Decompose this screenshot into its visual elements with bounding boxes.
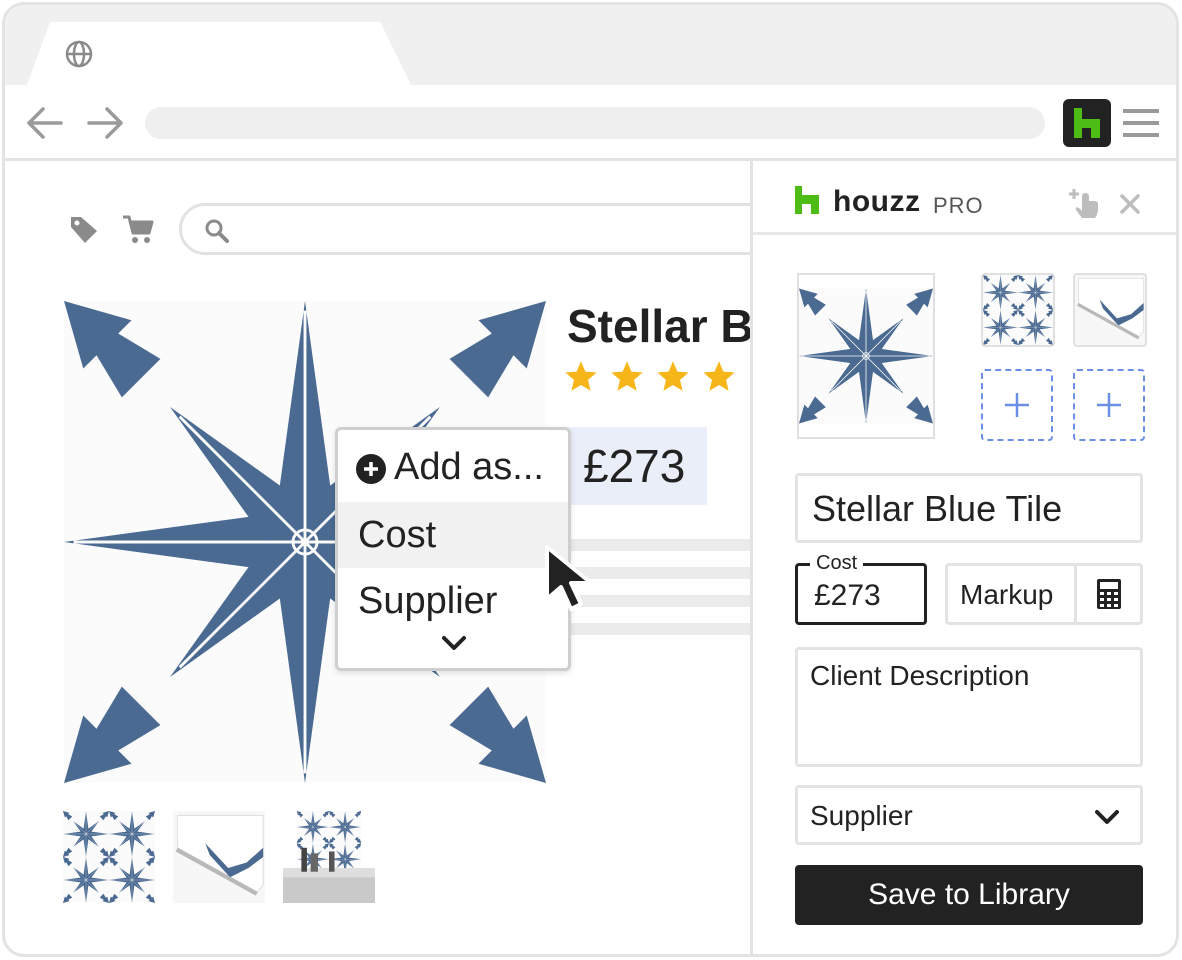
houzz-logo-icon[interactable] <box>1063 99 1111 147</box>
markup-field[interactable]: Markup <box>945 563 1143 625</box>
search-icon <box>205 219 229 243</box>
product-name-field[interactable]: Stellar Blue Tile <box>795 473 1143 543</box>
star-icon <box>657 361 689 391</box>
product-image-option[interactable] <box>1073 273 1147 347</box>
brand-suffix: PRO <box>933 193 984 218</box>
menu-item-supplier[interactable]: Supplier <box>338 568 568 634</box>
add-image-button[interactable] <box>1073 369 1145 441</box>
field-divider <box>1074 566 1077 622</box>
panel-header: houzz PRO <box>753 161 1176 235</box>
product-page: Stellar B £273 Add as... Cost Supplier <box>5 161 750 954</box>
add-image-button[interactable] <box>981 369 1053 441</box>
address-bar[interactable] <box>145 107 1045 139</box>
price-highlight[interactable]: £273 <box>567 427 707 505</box>
rating-stars <box>563 359 747 400</box>
star-icon <box>565 361 597 391</box>
product-title: Stellar B <box>567 300 750 352</box>
hamburger-menu-icon[interactable] <box>1121 105 1161 141</box>
save-to-library-button[interactable]: Save to Library <box>795 865 1143 925</box>
client-description-field[interactable]: Client Description <box>795 647 1143 767</box>
browser-toolbar <box>5 85 1176 161</box>
supplier-select[interactable]: Supplier <box>795 785 1143 845</box>
add-circle-icon <box>356 454 386 484</box>
product-thumbnail[interactable] <box>173 811 265 903</box>
selected-product-image[interactable] <box>797 273 935 439</box>
cost-field[interactable]: Cost £273 <box>795 552 927 625</box>
product-thumbnail[interactable] <box>283 811 375 903</box>
cost-value: £273 <box>814 579 881 612</box>
brand-name: houzz <box>833 185 921 218</box>
close-icon[interactable] <box>1119 193 1141 215</box>
search-bar[interactable] <box>179 203 750 255</box>
context-menu-header: Add as... <box>338 430 568 502</box>
cart-icon[interactable] <box>121 213 155 245</box>
star-icon <box>611 361 643 391</box>
star-icon <box>703 361 735 391</box>
description-line <box>571 623 750 635</box>
product-name-value: Stellar Blue Tile <box>812 488 1063 529</box>
chevron-down-icon <box>1095 810 1119 824</box>
context-menu-title: Add as... <box>394 446 544 488</box>
product-image-option[interactable] <box>981 273 1055 347</box>
tag-icon[interactable] <box>67 213 99 245</box>
product-thumbnail[interactable] <box>63 811 155 903</box>
browser-window: Stellar B £273 Add as... Cost Supplier h… <box>2 2 1179 957</box>
arrow-left-icon[interactable] <box>23 105 65 141</box>
plus-icon <box>1005 393 1029 417</box>
client-description-placeholder: Client Description <box>810 660 1030 691</box>
cost-label: Cost <box>810 552 864 575</box>
houzz-pro-panel: houzz PRO Stellar Blue Tile Cost £273 Ma… <box>750 161 1176 954</box>
add-pointer-icon[interactable] <box>1067 187 1101 221</box>
chevron-down-icon[interactable] <box>440 634 468 652</box>
add-as-context-menu: Add as... Cost Supplier <box>335 427 571 671</box>
calculator-icon[interactable] <box>1096 578 1122 610</box>
product-price: £273 <box>583 440 686 492</box>
arrow-right-icon[interactable] <box>85 105 127 141</box>
tab-bar <box>5 5 1176 85</box>
mouse-cursor-icon <box>545 545 593 611</box>
menu-item-cost[interactable]: Cost <box>338 502 568 568</box>
globe-icon <box>65 40 93 68</box>
supplier-select-value: Supplier <box>810 800 913 831</box>
markup-label: Markup <box>960 579 1054 610</box>
houzz-logo-icon <box>795 186 819 214</box>
plus-icon <box>1097 393 1121 417</box>
